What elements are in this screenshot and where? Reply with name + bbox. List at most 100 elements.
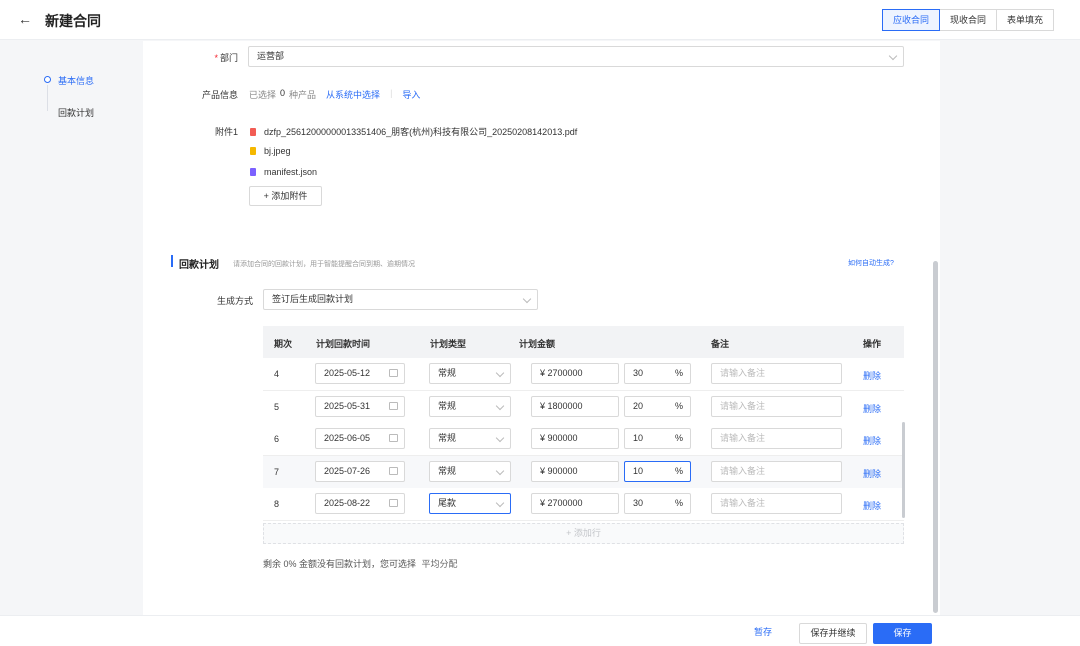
- period-cell: 8: [274, 499, 280, 509]
- plan-percent-input[interactable]: 10%: [624, 428, 691, 449]
- save-button[interactable]: 保存: [873, 623, 932, 644]
- percent-unit: %: [674, 498, 683, 508]
- save-continue-button[interactable]: 保存并继续: [799, 623, 867, 644]
- plan-type-select[interactable]: 常规: [429, 460, 511, 482]
- tab-cash-contract[interactable]: 现收合同: [939, 9, 998, 31]
- nav-line: [47, 85, 48, 111]
- calendar-icon: [389, 499, 398, 507]
- product-info-row: 已选择 0 种产品 从系统中选择 | 导入: [249, 88, 420, 101]
- plan-percent-input[interactable]: 30%: [624, 363, 691, 384]
- department-label: * 部门: [214, 53, 238, 63]
- tab-receivable-contract[interactable]: 应收合同: [882, 9, 941, 31]
- period-cell: 5: [274, 401, 280, 412]
- plan-amount-input[interactable]: ¥ 900000: [531, 428, 619, 449]
- image-file-icon: [250, 147, 256, 155]
- plan-type-select[interactable]: 尾款: [429, 493, 511, 514]
- add-row-button[interactable]: + 添加行: [263, 523, 904, 544]
- plan-type-select[interactable]: 常规: [429, 395, 511, 417]
- plan-percent-input[interactable]: 20%: [624, 395, 691, 417]
- nav-item-basic-info[interactable]: 基本信息: [58, 74, 94, 87]
- json-file-icon: [250, 168, 256, 176]
- remaining-amount-note: 剩余 0% 金额没有回款计划，您可选择 平均分配: [263, 559, 458, 569]
- auto-generate-help-link[interactable]: 如何自动生成?: [848, 258, 894, 268]
- calendar-icon: [389, 401, 398, 410]
- chevron-down-icon: [522, 294, 532, 304]
- required-mark: *: [214, 53, 218, 63]
- generate-mode-label: 生成方式: [216, 296, 253, 306]
- add-attachment-button[interactable]: + 添加附件: [249, 186, 322, 206]
- payment-plan-subtitle: 请添加合同的回款计划，用于智能提醒合同到期、逾期情况: [233, 261, 415, 268]
- attachment-file[interactable]: dzfp_25612000000013351406_朋客(杭州)科技有限公司_2…: [250, 125, 577, 138]
- plan-date-input[interactable]: 2025-05-12: [315, 363, 405, 384]
- save-draft-button[interactable]: 暂存: [745, 623, 781, 644]
- chevron-down-icon: [495, 466, 505, 475]
- plan-percent-input[interactable]: 30%: [624, 493, 691, 514]
- column-header: 计划金额: [519, 339, 556, 349]
- plan-date-input[interactable]: 2025-06-05: [315, 428, 405, 449]
- divider: |: [390, 88, 393, 98]
- remark-input[interactable]: 请输入备注: [711, 395, 842, 417]
- plan-date-input[interactable]: 2025-05-31: [315, 395, 405, 417]
- chevron-down-icon: [495, 368, 505, 378]
- import-link[interactable]: 导入: [402, 88, 420, 101]
- payment-plan-title: 回款计划: [179, 260, 219, 271]
- attachment-file[interactable]: manifest.json: [250, 167, 317, 177]
- contract-type-tabs: 应收合同 现收合同 表单填充: [882, 9, 1055, 31]
- footer-bar: 暂存 保存并继续 保存: [0, 615, 1080, 646]
- remark-input[interactable]: 请输入备注: [711, 363, 842, 384]
- plan-percent-input[interactable]: 10%: [624, 460, 691, 482]
- table-row: 4 2025-05-12 常规 ¥ 2700000 30% 请输入备注 删除: [263, 358, 904, 391]
- right-gutter: [940, 41, 1080, 615]
- period-cell: 7: [274, 466, 280, 477]
- plan-date-input[interactable]: 2025-08-22: [315, 493, 405, 514]
- column-header: 期次: [274, 339, 293, 349]
- section-nav: 基本信息 回款计划: [0, 41, 143, 615]
- page-title: 新建合同: [45, 13, 101, 29]
- tab-form-fill[interactable]: 表单填充: [996, 9, 1055, 31]
- plan-amount-input[interactable]: ¥ 900000: [531, 460, 619, 482]
- section-accent-bar: [171, 255, 173, 267]
- plan-amount-input[interactable]: ¥ 2700000: [531, 363, 619, 384]
- selected-suffix: 种产品: [289, 90, 317, 100]
- delete-row-link[interactable]: 删除: [863, 467, 881, 480]
- plan-type-select[interactable]: 常规: [429, 363, 511, 384]
- column-header: 计划类型: [430, 339, 467, 349]
- plan-date-input[interactable]: 2025-07-26: [315, 460, 405, 482]
- period-cell: 6: [274, 434, 280, 444]
- attachment-file[interactable]: bj.jpeg: [250, 146, 291, 156]
- delete-row-link[interactable]: 删除: [863, 434, 881, 447]
- delete-row-link[interactable]: 删除: [863, 499, 881, 512]
- calendar-icon: [389, 434, 398, 442]
- remark-input[interactable]: 请输入备注: [711, 460, 842, 482]
- column-header: 计划回款时间: [316, 339, 371, 349]
- plan-amount-input[interactable]: ¥ 1800000: [531, 395, 619, 417]
- department-select[interactable]: 运营部: [248, 46, 904, 67]
- column-header: 备注: [711, 339, 730, 349]
- delete-row-link[interactable]: 删除: [863, 402, 881, 415]
- chevron-down-icon: [888, 51, 898, 61]
- plan-type-select[interactable]: 常规: [429, 428, 511, 449]
- average-distribute-link[interactable]: 平均分配: [422, 559, 458, 569]
- chevron-down-icon: [495, 401, 505, 410]
- period-cell: 4: [274, 369, 280, 379]
- selected-count: 0: [280, 88, 286, 98]
- remark-input[interactable]: 请输入备注: [711, 428, 842, 449]
- generate-mode-select[interactable]: 签订后生成回款计划: [263, 289, 538, 310]
- choose-from-system-link[interactable]: 从系统中选择: [326, 88, 380, 101]
- back-arrow-icon[interactable]: ←: [18, 12, 32, 26]
- chevron-down-icon: [495, 433, 505, 443]
- plan-amount-input[interactable]: ¥ 2700000: [531, 493, 619, 514]
- page-scrollbar[interactable]: [933, 261, 938, 613]
- top-bar: ← 新建合同 应收合同 现收合同 表单填充: [0, 0, 1080, 40]
- column-header: 操作: [863, 339, 882, 349]
- percent-unit: %: [674, 368, 683, 378]
- table-row: 7 2025-07-26 常规 ¥ 900000 10% 请输入备注 删除: [263, 455, 904, 489]
- table-header: 期次 计划回款时间 计划类型 计划金额 备注 操作: [263, 326, 904, 358]
- nav-item-payment-plan[interactable]: 回款计划: [58, 106, 94, 119]
- main-form: * 部门 运营部 产品信息 已选择 0 种产品 从系统中选择 | 导入 附件1 d…: [143, 41, 940, 615]
- remark-input[interactable]: 请输入备注: [711, 493, 842, 514]
- table-scrollbar[interactable]: [902, 422, 905, 518]
- product-info-label: 产品信息: [201, 90, 238, 100]
- delete-row-link[interactable]: 删除: [863, 369, 881, 382]
- active-dot-icon: [44, 76, 51, 83]
